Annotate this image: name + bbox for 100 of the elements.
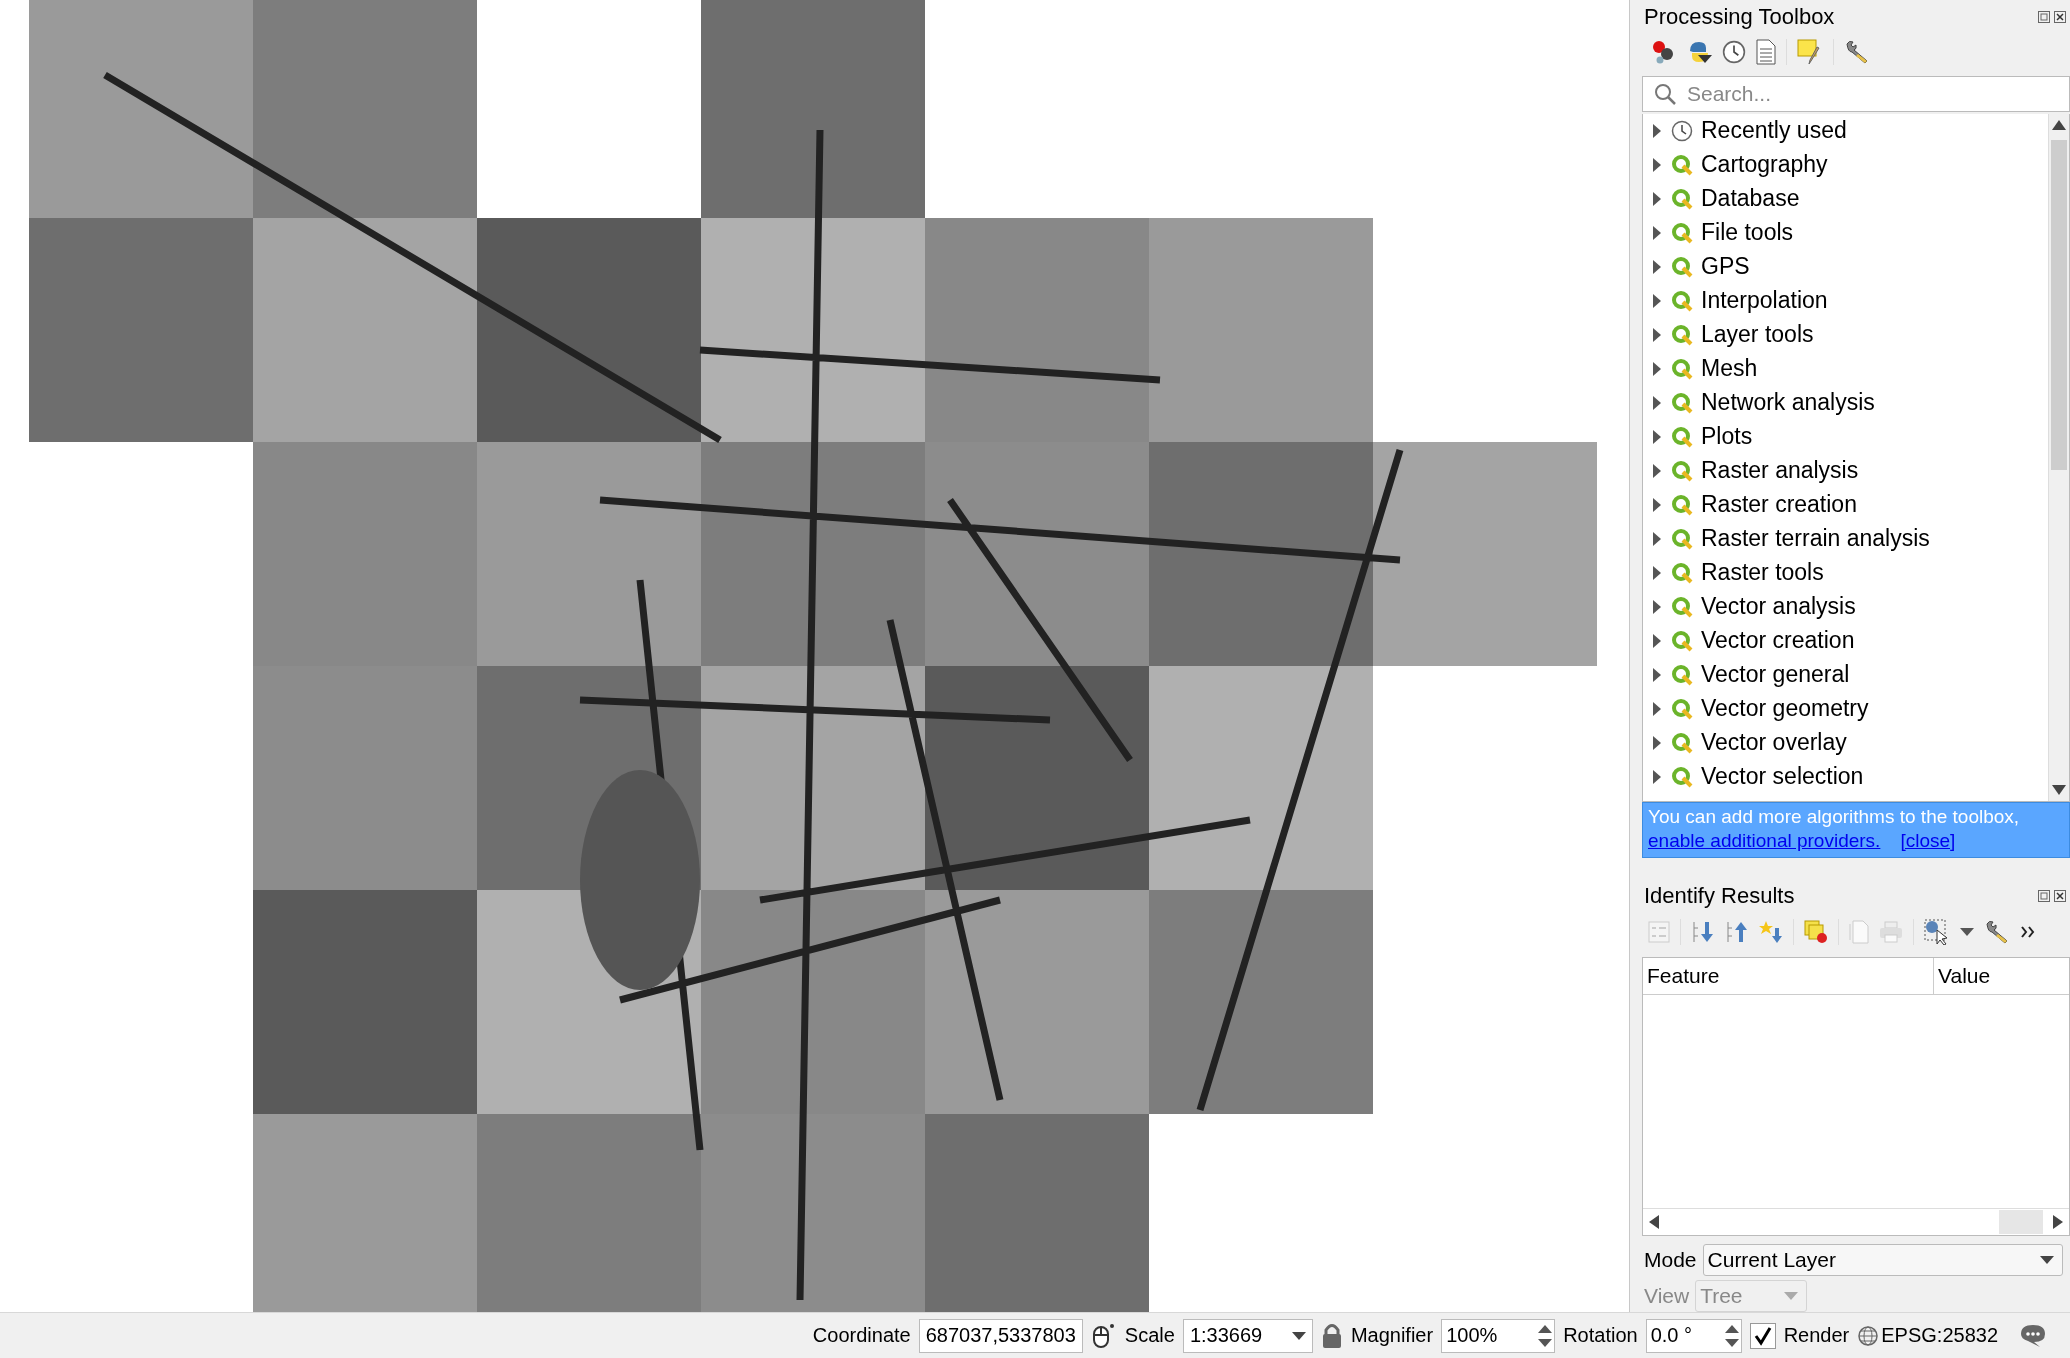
- expand-arrow-icon[interactable]: [1651, 225, 1663, 240]
- close-link[interactable]: [close]: [1900, 828, 1956, 853]
- float-icon[interactable]: [2038, 890, 2050, 903]
- q-logo-icon: [1671, 289, 1693, 312]
- expand-down-icon[interactable]: [1691, 920, 1715, 945]
- clock-icon: [1671, 119, 1693, 142]
- expand-arrow-icon[interactable]: [1651, 395, 1663, 410]
- banner-message: You can add more algorithms to the toolbox,: [1648, 804, 2021, 829]
- close-icon[interactable]: [2054, 890, 2066, 903]
- tree-item[interactable]: Cartography: [1643, 147, 2048, 182]
- scroll-up-arrow-icon[interactable]: [2052, 119, 2066, 130]
- render-label: Render: [1783, 1324, 1850, 1347]
- expand-arrow-icon[interactable]: [1651, 429, 1663, 444]
- expand-arrow-icon[interactable]: [1651, 361, 1663, 376]
- scrollbar[interactable]: [1643, 1208, 2069, 1235]
- expand-arrow-icon[interactable]: [1651, 191, 1663, 206]
- tree-item[interactable]: Vector selection: [1643, 759, 2048, 794]
- tree-item[interactable]: GPS: [1643, 249, 2048, 284]
- expand-arrow-icon[interactable]: [1651, 565, 1663, 580]
- q-logo-icon: [1671, 221, 1693, 244]
- panel-title: Identify Results: [1644, 883, 1795, 910]
- tree-item[interactable]: Raster tools: [1643, 555, 2048, 590]
- coordinate-label: Coordinate: [812, 1324, 911, 1347]
- q-logo-icon: [1671, 697, 1693, 720]
- expand-arrow-icon[interactable]: [1651, 497, 1663, 512]
- enable-providers-link[interactable]: enable additional providers.: [1648, 828, 1881, 853]
- q-logo-icon: [1671, 595, 1693, 618]
- q-logo-icon: [1671, 425, 1693, 448]
- expand-arrow-icon[interactable]: [1651, 259, 1663, 274]
- q-logo-icon: [1671, 357, 1693, 380]
- tree-item[interactable]: Vector creation: [1643, 623, 2048, 658]
- tree-item[interactable]: Vector analysis: [1643, 589, 2048, 624]
- caret-icon: [1291, 1331, 1306, 1340]
- star-arrow-icon[interactable]: [1759, 920, 1783, 945]
- tree-item[interactable]: Vector geometry: [1643, 691, 2048, 726]
- mouse-icon[interactable]: [1090, 1321, 1117, 1350]
- scrollbar[interactable]: [2048, 113, 2069, 801]
- coordinate-field[interactable]: 687037,5337803: [918, 1318, 1083, 1353]
- tree-item[interactable]: Raster terrain analysis: [1643, 521, 2048, 556]
- panel-title: Processing Toolbox: [1644, 3, 1835, 30]
- tree-item[interactable]: Layer tools: [1643, 317, 2048, 352]
- q-logo-icon: [1671, 561, 1693, 584]
- expand-arrow-icon[interactable]: [1651, 157, 1663, 172]
- q-logo-icon: [1671, 765, 1693, 788]
- scroll-left-arrow-icon[interactable]: [1649, 1215, 1659, 1229]
- scale-dropdown[interactable]: 1:33669: [1182, 1318, 1313, 1353]
- search-field[interactable]: Search...: [1642, 75, 2070, 112]
- tree-item[interactable]: Database: [1643, 181, 2048, 216]
- scrollbar-thumb[interactable]: [2051, 139, 2067, 470]
- tree-item[interactable]: Raster creation: [1643, 487, 2048, 522]
- scrollbar-thumb[interactable]: [1999, 1210, 2043, 1234]
- tree-item[interactable]: Vector general: [1643, 657, 2048, 692]
- expand-arrow-icon[interactable]: [1651, 667, 1663, 682]
- crs-button[interactable]: EPSG:25832: [1857, 1324, 1998, 1347]
- q-logo-icon: [1671, 153, 1693, 176]
- rotation-label: Rotation: [1563, 1324, 1638, 1347]
- messages-icon[interactable]: [2020, 1323, 2046, 1348]
- tree-item[interactable]: File tools: [1643, 215, 2048, 250]
- magnifier-field[interactable]: 100%: [1441, 1318, 1556, 1353]
- clear-selection-icon[interactable]: [1804, 920, 1828, 945]
- render-checkbox[interactable]: [1749, 1322, 1776, 1349]
- tree-item[interactable]: Plots: [1643, 419, 2048, 454]
- tree-item[interactable]: Vector overlay: [1643, 725, 2048, 760]
- expand-arrow-icon[interactable]: [1651, 327, 1663, 342]
- expand-arrow-icon[interactable]: [1651, 463, 1663, 478]
- lock-icon[interactable]: [1320, 1322, 1343, 1349]
- history-icon: [1722, 39, 1746, 64]
- mode-dropdown[interactable]: Current Layer: [1702, 1244, 2063, 1276]
- expand-arrow-icon[interactable]: [1651, 735, 1663, 750]
- scroll-right-arrow-icon[interactable]: [2053, 1215, 2063, 1229]
- expand-arrow-icon[interactable]: [1651, 293, 1663, 308]
- close-icon[interactable]: [2054, 10, 2066, 23]
- q-logo-icon: [1671, 187, 1693, 210]
- q-logo-icon: [1671, 731, 1693, 754]
- tree-item[interactable]: Raster analysis: [1643, 453, 2048, 488]
- tree-item[interactable]: Recently used: [1643, 113, 2048, 148]
- q-logo-icon: [1671, 527, 1693, 550]
- identify-cursor-icon[interactable]: [1924, 919, 1950, 946]
- q-logo-icon: [1671, 255, 1693, 278]
- expand-arrow-icon[interactable]: [1651, 769, 1663, 784]
- search-icon: [1654, 82, 1676, 105]
- q-logo-icon: [1671, 323, 1693, 346]
- scroll-down-arrow-icon[interactable]: [2052, 784, 2066, 795]
- raster-map-drawing[interactable]: [0, 0, 1630, 1312]
- document-icon[interactable]: [1756, 38, 1776, 65]
- magnifier-label: Magnifier: [1350, 1324, 1434, 1347]
- tree-item[interactable]: Mesh: [1643, 351, 2048, 386]
- expand-arrow-icon[interactable]: [1651, 531, 1663, 546]
- wrench-icon[interactable]: [1844, 38, 1870, 65]
- expand-arrow-icon[interactable]: [1651, 633, 1663, 648]
- tree-item[interactable]: Interpolation: [1643, 283, 2048, 318]
- expand-arrow-icon[interactable]: [1651, 123, 1663, 138]
- caret-icon: [1784, 1292, 1799, 1300]
- float-icon[interactable]: [2038, 10, 2050, 23]
- expand-arrow-icon[interactable]: [1651, 599, 1663, 614]
- rotation-field[interactable]: 0.0 °: [1645, 1318, 1742, 1353]
- wrench-icon[interactable]: [1984, 919, 2010, 946]
- collapse-up-icon[interactable]: [1725, 920, 1749, 945]
- tree-item[interactable]: Network analysis: [1643, 385, 2048, 420]
- expand-arrow-icon[interactable]: [1651, 701, 1663, 716]
